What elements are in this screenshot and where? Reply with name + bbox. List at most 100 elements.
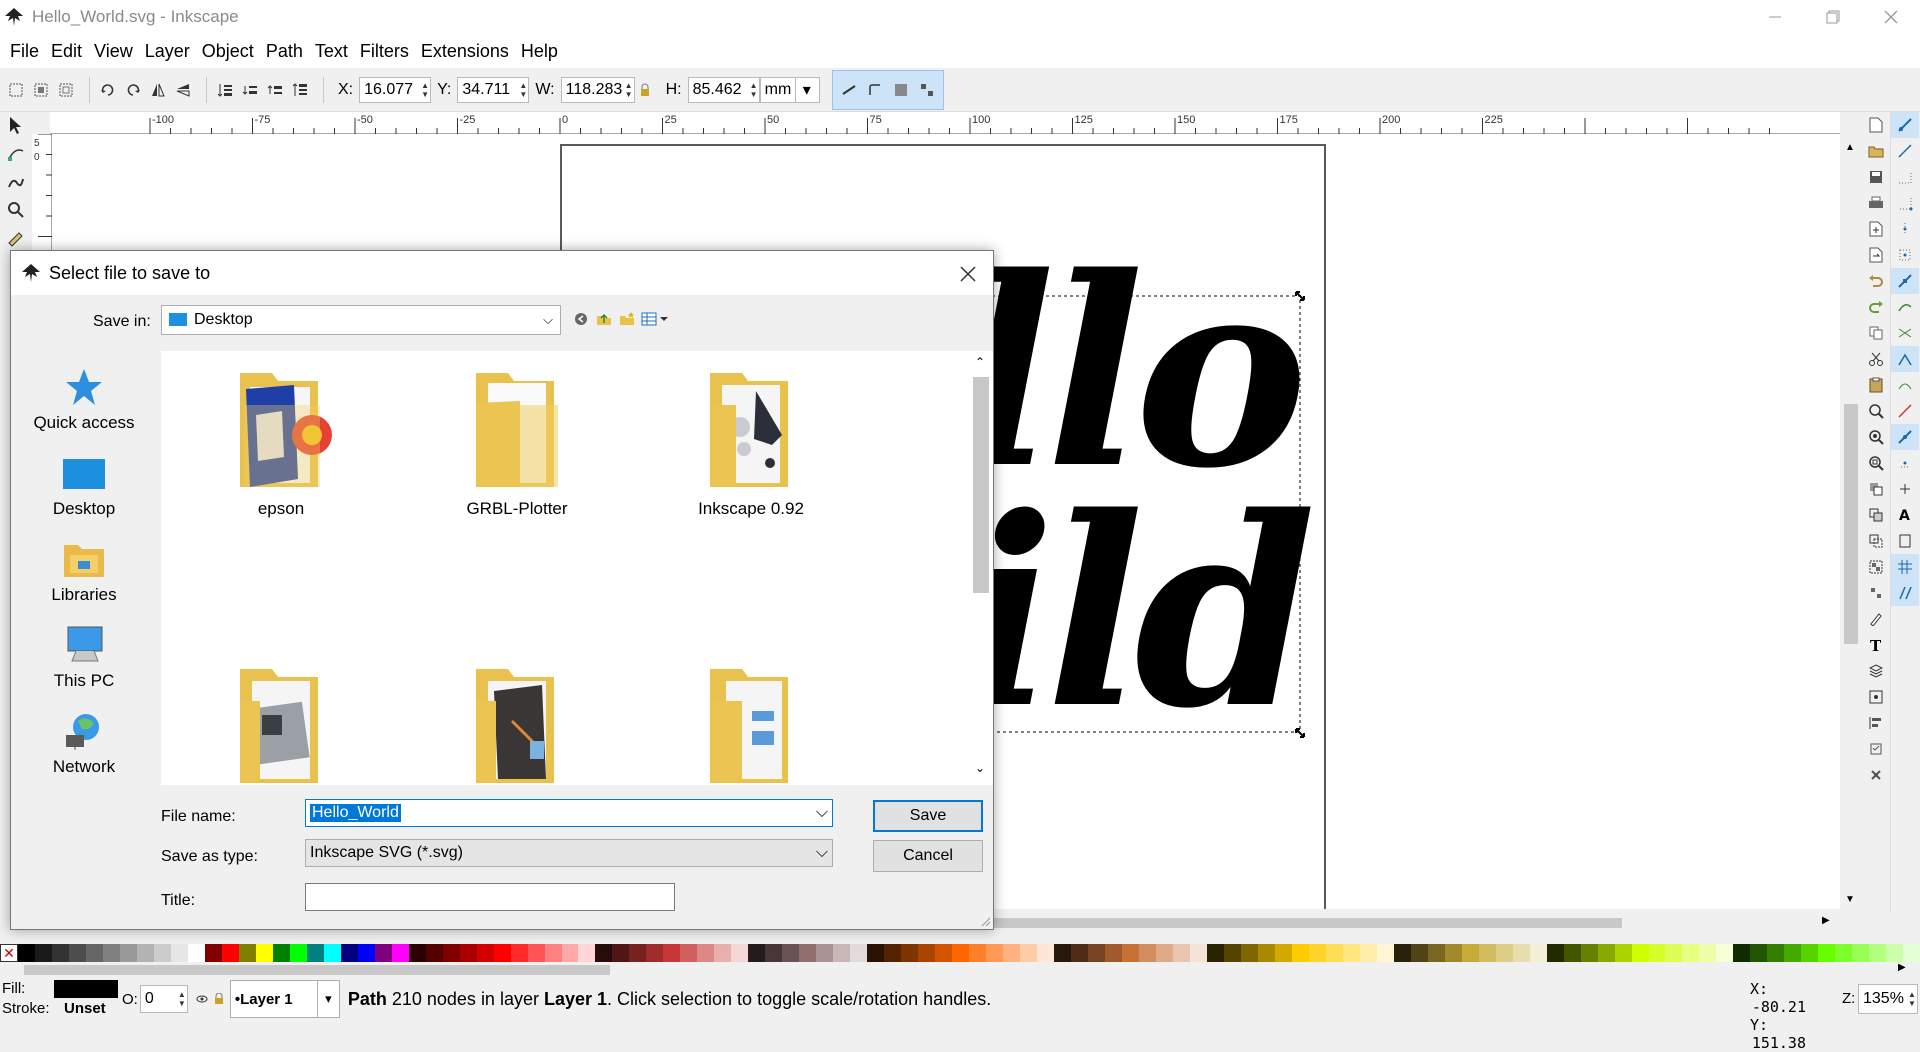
color-swatch[interactable] <box>612 944 630 962</box>
save-as-type-select[interactable]: Inkscape SVG (*.svg) ⌵ <box>305 839 833 867</box>
color-swatch[interactable] <box>1105 944 1122 962</box>
color-swatch[interactable] <box>986 944 1004 962</box>
snap-rotation-center-icon[interactable] <box>1891 476 1919 502</box>
color-swatch[interactable] <box>68 944 86 962</box>
folder-item-4[interactable] <box>191 661 371 785</box>
color-swatch[interactable] <box>238 944 256 962</box>
new-document-icon[interactable] <box>1862 112 1890 138</box>
file-name-input[interactable]: Hello_World ⌵ <box>305 799 833 827</box>
color-swatch[interactable] <box>289 944 307 962</box>
snap-bbox-icon[interactable] <box>1891 138 1919 164</box>
color-swatch[interactable] <box>1767 944 1785 962</box>
document-properties-icon[interactable] <box>1862 762 1890 788</box>
lock-icon[interactable] <box>214 993 224 1005</box>
save-button[interactable]: Save <box>873 800 983 832</box>
color-swatch[interactable] <box>1037 944 1055 962</box>
color-swatch[interactable] <box>1648 944 1666 962</box>
color-swatch[interactable] <box>1206 944 1224 962</box>
print-icon[interactable] <box>1862 190 1890 216</box>
place-quick-access[interactable]: Quick access <box>11 351 157 437</box>
menu-path[interactable]: Path <box>260 41 309 62</box>
undo-icon[interactable] <box>1862 268 1890 294</box>
menu-extensions[interactable]: Extensions <box>415 41 515 62</box>
color-swatch[interactable] <box>1852 944 1870 962</box>
snap-cusp-nodes-icon[interactable] <box>1891 346 1919 372</box>
color-swatch[interactable] <box>1410 944 1428 962</box>
zoom-spinbox[interactable]: 135% ▲ ▼ <box>1858 984 1918 1014</box>
snap-smooth-nodes-icon[interactable] <box>1891 372 1919 398</box>
color-swatch[interactable] <box>1614 944 1632 962</box>
color-palette[interactable]: ✕ <box>0 944 1920 962</box>
color-swatch[interactable] <box>1716 944 1734 962</box>
color-swatch[interactable] <box>561 944 579 962</box>
color-swatch[interactable] <box>442 944 460 962</box>
color-swatch[interactable] <box>1291 944 1309 962</box>
snap-intersections-icon[interactable] <box>1891 320 1919 346</box>
snap-text-baseline-icon[interactable]: A <box>1891 502 1919 528</box>
back-icon[interactable] <box>571 309 591 329</box>
color-swatch[interactable] <box>1563 944 1581 962</box>
color-swatch[interactable] <box>748 944 766 962</box>
color-swatch[interactable] <box>459 944 477 962</box>
color-swatch[interactable] <box>1342 944 1360 962</box>
color-swatch[interactable] <box>1546 944 1564 962</box>
folder-item-6[interactable] <box>661 661 841 785</box>
save-icon[interactable] <box>1862 164 1890 190</box>
flip-horizontal-icon[interactable] <box>148 80 168 100</box>
selector-tool[interactable] <box>0 112 32 140</box>
color-swatch[interactable] <box>1733 944 1751 962</box>
menu-object[interactable]: Object <box>196 41 260 62</box>
snap-bbox-center-icon[interactable] <box>1891 242 1919 268</box>
color-swatch[interactable] <box>1359 944 1377 962</box>
resize-grip-icon[interactable] <box>981 917 991 927</box>
folder-epson[interactable]: epson <box>191 365 371 565</box>
color-swatch[interactable] <box>1071 944 1089 962</box>
place-desktop[interactable]: Desktop <box>11 437 157 523</box>
color-swatch[interactable] <box>476 944 494 962</box>
up-folder-icon[interactable] <box>594 309 614 329</box>
snap-line-midpoints-icon[interactable] <box>1891 398 1919 424</box>
color-swatch[interactable] <box>272 944 290 962</box>
color-swatch[interactable] <box>850 944 868 962</box>
open-icon[interactable] <box>1862 138 1890 164</box>
color-swatch[interactable] <box>1631 944 1649 962</box>
color-swatch[interactable] <box>255 944 273 962</box>
snap-enable-icon[interactable] <box>1891 112 1919 138</box>
fill-stroke-indicator[interactable]: Fill: Stroke: Unset <box>0 978 120 1020</box>
color-swatch[interactable] <box>1020 944 1038 962</box>
snap-guides-icon[interactable] <box>1891 580 1919 606</box>
preferences-icon[interactable] <box>1862 736 1890 762</box>
snap-bbox-edge-icon[interactable] <box>1891 164 1919 190</box>
color-swatch[interactable] <box>357 944 375 962</box>
move-patterns-icon[interactable] <box>917 80 937 100</box>
color-swatch[interactable] <box>782 944 800 962</box>
color-swatch[interactable] <box>1512 944 1530 962</box>
color-swatch[interactable] <box>680 944 698 962</box>
color-swatch[interactable] <box>918 944 936 962</box>
color-swatch[interactable] <box>374 944 392 962</box>
menu-view[interactable]: View <box>88 41 139 62</box>
color-swatch[interactable] <box>1240 944 1258 962</box>
color-swatch[interactable] <box>1529 944 1547 962</box>
opacity-spinbox[interactable]: 0 ▲ ▼ <box>139 985 188 1013</box>
menu-edit[interactable]: Edit <box>45 41 88 62</box>
canvas-vertical-scrollbar[interactable]: ▲ ▼ <box>1840 134 1862 914</box>
node-tool[interactable] <box>0 140 32 168</box>
color-swatch[interactable] <box>34 944 52 962</box>
color-swatch[interactable] <box>1393 944 1411 962</box>
zoom-drawing-icon[interactable] <box>1862 424 1890 450</box>
no-paint-swatch-icon[interactable]: ✕ <box>0 944 18 962</box>
color-swatch[interactable] <box>1818 944 1836 962</box>
color-swatch[interactable] <box>816 944 834 962</box>
color-swatch[interactable] <box>51 944 69 962</box>
color-swatch[interactable] <box>629 944 647 962</box>
color-swatch[interactable] <box>340 944 358 962</box>
color-swatch[interactable] <box>1750 944 1768 962</box>
file-list[interactable]: epson GRBL-Plotter Inkscape 0.92 <box>161 351 969 785</box>
color-swatch[interactable] <box>1444 944 1462 962</box>
raise-icon[interactable] <box>265 80 285 100</box>
fill-swatch[interactable] <box>54 980 118 998</box>
lower-to-bottom-icon[interactable] <box>215 80 235 100</box>
w-spinbox[interactable]: 118.283 ▲ ▼ <box>560 76 635 103</box>
file-list-scrollbar[interactable]: ⌃ ⌄ <box>969 351 993 785</box>
